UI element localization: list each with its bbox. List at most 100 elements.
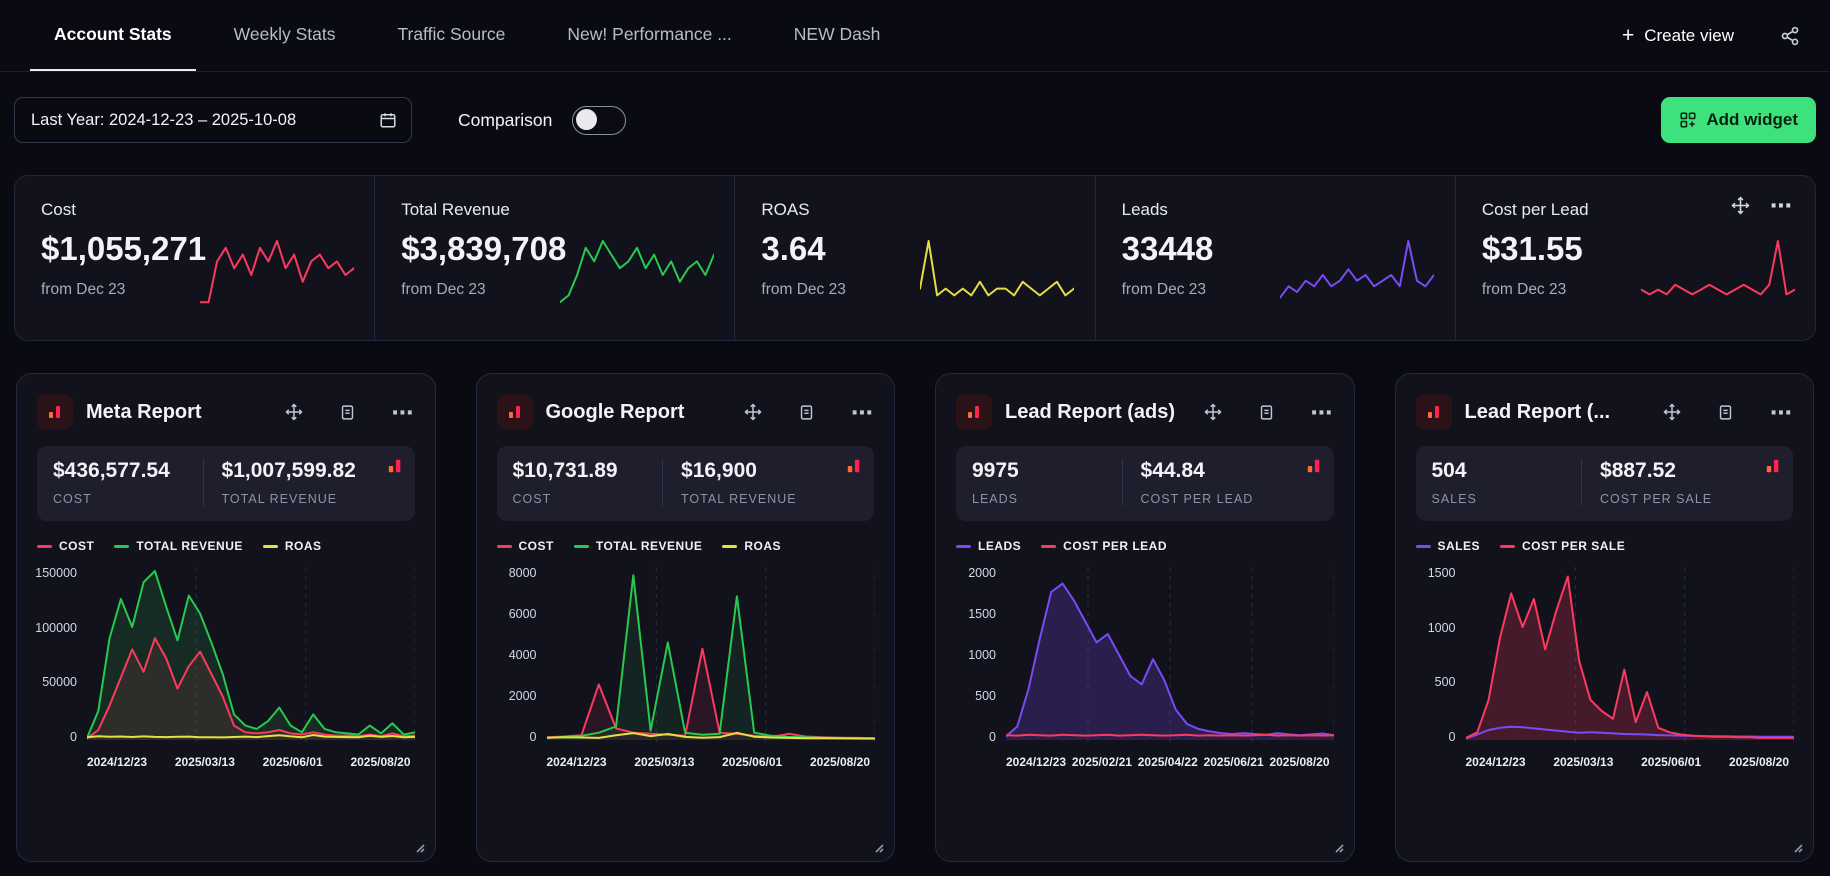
y-axis-tick: 1000 bbox=[968, 647, 996, 662]
ellipsis-menu-icon[interactable]: ⋯ bbox=[1770, 401, 1793, 423]
tab-weekly-stats[interactable]: Weekly Stats bbox=[210, 0, 360, 71]
move-icon[interactable] bbox=[744, 403, 762, 421]
x-axis-label: 2024/12/23 bbox=[1465, 755, 1526, 769]
legend-item[interactable]: COST PER SALE bbox=[1500, 539, 1625, 553]
stat-label: COST bbox=[53, 492, 92, 506]
resize-handle[interactable] bbox=[1331, 840, 1344, 853]
resize-handle[interactable] bbox=[1790, 840, 1803, 853]
y-axis-tick: 100000 bbox=[35, 620, 77, 635]
widget-title: Google Report bbox=[545, 400, 685, 423]
move-icon[interactable] bbox=[1663, 403, 1681, 421]
legend-item[interactable]: TOTAL REVENUE bbox=[114, 539, 243, 553]
x-axis-label: 2025/04/22 bbox=[1137, 755, 1198, 769]
widget-stats: $10,731.89 COST $16,900 TOTAL REVENUE bbox=[496, 446, 874, 521]
stat-label: COST PER LEAD bbox=[1140, 492, 1254, 506]
legend-label: COST bbox=[59, 539, 95, 553]
create-view-button[interactable]: + Create view bbox=[1622, 25, 1734, 46]
kpi-label: Cost bbox=[41, 200, 76, 219]
tab-new-performance[interactable]: New! Performance ... bbox=[543, 0, 755, 71]
widget-tools: ⋯ bbox=[1663, 401, 1793, 423]
line-chart bbox=[1465, 567, 1794, 743]
chart-legend: COST TOTAL REVENUE ROAS bbox=[37, 539, 415, 553]
y-axis-tick: 500 bbox=[975, 688, 996, 703]
widget-title: Lead Report (ads) bbox=[1005, 400, 1176, 423]
stat-label: COST bbox=[512, 492, 552, 506]
stat-value: $436,577.54 bbox=[53, 459, 170, 482]
widgets-row: Meta Report ⋯ $436,577.54 COST $1,007,59… bbox=[16, 373, 1814, 862]
notes-icon[interactable] bbox=[1258, 404, 1275, 421]
legend-item[interactable]: COST bbox=[37, 539, 94, 553]
line-chart bbox=[1006, 567, 1334, 743]
tab-account-stats[interactable]: Account Stats bbox=[30, 0, 196, 71]
y-axis-tick: 2000 bbox=[968, 566, 996, 580]
mini-chart-icon bbox=[1765, 458, 1781, 474]
x-axis-label: 2025/03/13 bbox=[634, 755, 695, 769]
y-axis-tick: 1000 bbox=[1427, 620, 1456, 635]
legend-item[interactable]: ROAS bbox=[262, 539, 322, 553]
kpi-label: Leads bbox=[1121, 200, 1168, 219]
stat-cell: $10,731.89 COST bbox=[513, 459, 663, 506]
legend-item[interactable]: TOTAL REVENUE bbox=[573, 539, 703, 553]
resize-handle[interactable] bbox=[871, 840, 884, 853]
mini-chart-icon bbox=[846, 458, 862, 474]
y-axis-tick: 4000 bbox=[508, 647, 537, 662]
kpi-card-leads: Leads 33448 from Dec 23 bbox=[1094, 176, 1455, 340]
legend-swatch bbox=[722, 544, 738, 548]
legend-swatch bbox=[262, 544, 278, 548]
chart-legend: SALES COST PER SALE bbox=[1415, 539, 1794, 553]
kpi-strip: Cost $1,055,271 from Dec 23 Total Revenu… bbox=[14, 175, 1816, 341]
comparison-label: Comparison bbox=[458, 109, 553, 130]
y-axis-tick: 0 bbox=[529, 729, 537, 744]
tab-label: NEW Dash bbox=[793, 24, 881, 44]
ellipsis-menu-icon[interactable]: ⋯ bbox=[1770, 195, 1793, 217]
stat-cell: 9975 LEADS bbox=[972, 459, 1122, 506]
widget-lead-report-ads: Lead Report (ads) ⋯ 9975 LEADS $44.84 CO… bbox=[935, 373, 1355, 862]
comparison-toggle[interactable] bbox=[572, 105, 627, 135]
add-widget-icon bbox=[1679, 111, 1697, 129]
stat-cell: $887.52 COST PER SALE bbox=[1581, 459, 1743, 506]
y-axis-tick: 2000 bbox=[508, 688, 537, 703]
report-logo-icon bbox=[496, 394, 533, 430]
move-icon[interactable] bbox=[284, 403, 303, 421]
x-axis-label: 2025/08/20 bbox=[350, 755, 411, 769]
legend-swatch bbox=[496, 544, 512, 548]
legend-label: COST PER SALE bbox=[1522, 539, 1626, 553]
move-icon[interactable] bbox=[1731, 196, 1750, 215]
y-axis-tick: 500 bbox=[1434, 675, 1456, 689]
tab-traffic-source[interactable]: Traffic Source bbox=[373, 0, 529, 71]
filter-row: Last Year: 2024-12-23 – 2025-10-08 Compa… bbox=[14, 97, 1816, 143]
widget-title: Meta Report bbox=[86, 400, 202, 423]
plus-icon: + bbox=[1621, 24, 1635, 47]
tab-new-dash[interactable]: NEW Dash bbox=[770, 0, 905, 71]
legend-item[interactable]: LEADS bbox=[956, 539, 1021, 553]
ellipsis-menu-icon[interactable]: ⋯ bbox=[851, 401, 874, 423]
share-icon[interactable] bbox=[1780, 26, 1800, 46]
x-axis-label: 2025/06/21 bbox=[1203, 755, 1264, 769]
x-axis-label: 2025/02/21 bbox=[1071, 755, 1132, 769]
x-axis: 2024/12/23 2025/02/21 2025/04/22 2025/06/21… bbox=[1006, 755, 1330, 769]
add-widget-button[interactable]: Add widget bbox=[1661, 97, 1816, 143]
ellipsis-menu-icon[interactable]: ⋯ bbox=[392, 401, 415, 423]
stat-label: LEADS bbox=[972, 492, 1018, 506]
notes-icon[interactable] bbox=[339, 404, 356, 421]
y-axis: 2000 1500 1000 500 0 bbox=[956, 567, 1006, 743]
legend-item[interactable]: ROAS bbox=[722, 539, 781, 553]
date-range-picker[interactable]: Last Year: 2024-12-23 – 2025-10-08 bbox=[14, 97, 412, 143]
resize-handle[interactable] bbox=[412, 840, 425, 853]
widget-header: Meta Report ⋯ bbox=[37, 394, 415, 430]
move-icon[interactable] bbox=[1203, 403, 1222, 421]
widget-header: Lead Report (ads) ⋯ bbox=[956, 394, 1334, 430]
legend-item[interactable]: COST PER LEAD bbox=[1041, 539, 1167, 553]
stat-cell: $436,577.54 COST bbox=[53, 459, 203, 506]
chart-area: 1500 1000 500 0 bbox=[1416, 567, 1794, 743]
mini-chart-icon bbox=[387, 458, 403, 474]
y-axis-tick: 0 bbox=[989, 729, 996, 744]
legend-item[interactable]: COST bbox=[496, 539, 554, 553]
notes-icon[interactable] bbox=[798, 404, 815, 421]
date-range-label: Last Year: 2024-12-23 – 2025-10-08 bbox=[31, 110, 297, 129]
y-axis-tick: 0 bbox=[1448, 729, 1456, 744]
legend-item[interactable]: SALES bbox=[1415, 539, 1481, 553]
ellipsis-menu-icon[interactable]: ⋯ bbox=[1311, 401, 1334, 423]
x-axis-label: 2025/06/01 bbox=[1641, 755, 1702, 769]
notes-icon[interactable] bbox=[1717, 404, 1734, 421]
